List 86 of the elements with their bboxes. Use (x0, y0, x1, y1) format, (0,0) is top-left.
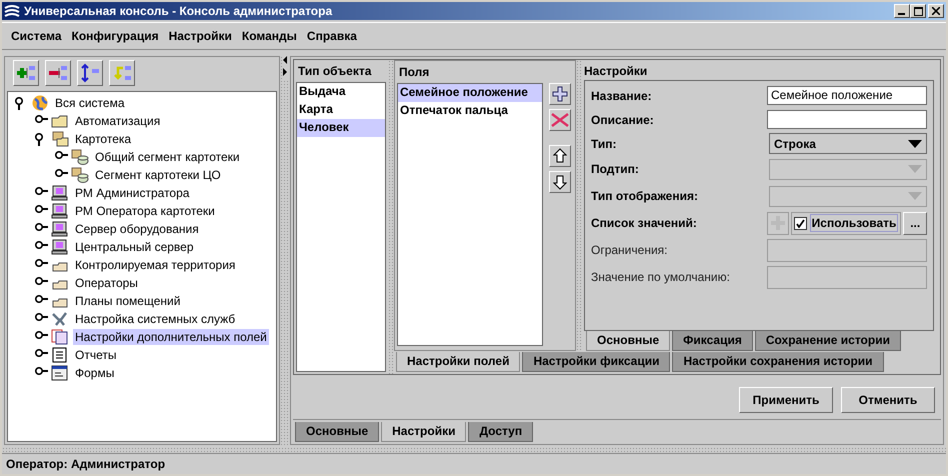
action-button[interactable]: Применить (739, 387, 833, 413)
tree-item[interactable]: Автоматизация (73, 113, 162, 129)
menu-item[interactable]: Конфигурация (66, 29, 164, 43)
close-icon (932, 7, 940, 15)
tree-item[interactable]: Вся система (53, 95, 126, 111)
tab[interactable]: Основные (295, 422, 380, 442)
more-button[interactable]: ... (903, 212, 927, 234)
object-type-item[interactable]: Человек (297, 119, 385, 137)
maximize-button[interactable] (910, 4, 926, 18)
tree-item[interactable]: Сегмент картотеки ЦО (93, 167, 223, 183)
maximize-icon (914, 6, 922, 16)
database-icon (71, 149, 89, 165)
tab[interactable]: Основные (586, 331, 670, 351)
rename-node-icon[interactable] (109, 60, 135, 86)
tree-item[interactable]: РМ Администратора (73, 185, 192, 201)
collapse-arrows-icon[interactable] (282, 56, 288, 80)
tree-item[interactable]: Операторы (73, 275, 140, 291)
close-button[interactable] (928, 4, 944, 18)
report-icon (51, 347, 69, 363)
add-node-icon[interactable] (13, 60, 39, 86)
tab[interactable]: Сохранение истории (754, 331, 901, 351)
menu-item[interactable]: Команды (236, 29, 302, 43)
menu-item[interactable]: Система (6, 29, 67, 43)
tree-item[interactable]: Картотека (73, 131, 134, 147)
remove-node-icon[interactable] (45, 60, 71, 86)
action-button[interactable]: Отменить (841, 387, 935, 413)
text-field[interactable] (767, 110, 927, 129)
computer-icon (51, 185, 69, 201)
status-text: Оператор: Администратор (6, 457, 166, 471)
globe-icon (31, 95, 49, 111)
computer-icon (51, 221, 69, 237)
object-type-item[interactable]: Карта (297, 101, 385, 119)
field-label: Описание: (591, 112, 654, 126)
column-header: Поля (398, 64, 430, 81)
database-icon (71, 167, 89, 183)
tab[interactable]: Настройки фиксации (522, 352, 670, 372)
caret-icon (908, 192, 922, 200)
field-label: Подтип: (591, 162, 639, 176)
field-label: Список значений: (591, 216, 697, 230)
tree-item[interactable]: Сервер оборудования (73, 221, 201, 237)
tree-item[interactable]: Отчеты (73, 347, 118, 363)
delete-icon[interactable] (549, 109, 571, 131)
text-field[interactable]: Семейное положение (767, 86, 927, 105)
checkbox-label: Использовать (810, 214, 898, 232)
column-header: Тип объекта (297, 63, 372, 80)
tree-item[interactable]: Планы помещений (73, 293, 182, 309)
field-item[interactable]: Отпечаток пальца (398, 102, 542, 120)
checkbox[interactable] (794, 216, 807, 230)
cards-icon (51, 131, 69, 147)
field-item[interactable]: Семейное положение (398, 84, 542, 102)
menu-item[interactable]: Настройки (164, 29, 237, 43)
field-label: Тип отображения: (591, 189, 698, 203)
menu-item[interactable]: Справка (302, 29, 362, 43)
folder-icon (51, 113, 69, 129)
move-node-icon[interactable] (77, 60, 103, 86)
tree-item[interactable]: Контролируемая территория (73, 257, 238, 273)
tree-item[interactable]: Общий сегмент картотеки (93, 149, 242, 165)
caret-icon (908, 165, 922, 173)
tree-item[interactable]: РМ Оператора картотеки (73, 203, 217, 219)
app-icon (4, 4, 20, 18)
tree-item[interactable]: Настройка системных служб (73, 311, 238, 327)
tab[interactable]: Настройки (381, 422, 466, 442)
tab[interactable]: Настройки полей (396, 352, 520, 372)
object-type-item[interactable]: Выдача (297, 83, 385, 101)
move-up-icon[interactable] (549, 145, 571, 167)
tree-item[interactable]: Формы (73, 365, 116, 381)
dropdown[interactable]: Строка (769, 133, 927, 154)
tab[interactable]: Доступ (468, 422, 534, 442)
window-title: Универсальная консоль - Консоль администратора (24, 4, 332, 18)
tools-icon (51, 311, 69, 327)
tree-item[interactable]: Центральный сервер (73, 239, 196, 255)
panel-header: Настройки (584, 63, 648, 80)
tree-item[interactable]: Настройки дополнительных полей (73, 329, 269, 345)
minimize-button[interactable] (894, 4, 910, 18)
field-label: Значение по умолчанию: (591, 270, 730, 284)
form-icon (51, 365, 69, 381)
tab[interactable]: Фиксация (672, 331, 753, 351)
pages-icon (51, 329, 69, 345)
field-label: Тип: (591, 136, 616, 150)
move-down-icon[interactable] (549, 171, 571, 193)
caret-icon (908, 140, 922, 148)
computer-icon (51, 203, 69, 219)
tab[interactable]: Настройки сохранения истории (672, 352, 884, 372)
computer-icon (51, 239, 69, 255)
field-label: Ограничения: (591, 243, 668, 257)
field-label: Название: (591, 88, 652, 102)
